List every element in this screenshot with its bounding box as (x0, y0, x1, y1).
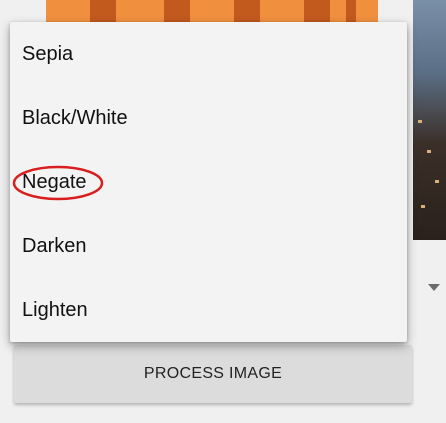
photo-thumbnail (413, 0, 446, 240)
photo-detail (421, 205, 425, 208)
image-stripe (90, 0, 116, 24)
spinner-dropdown-arrow-icon[interactable] (428, 284, 440, 291)
menu-item-black-white[interactable]: Black/White (10, 86, 407, 150)
menu-item-lighten[interactable]: Lighten (10, 278, 407, 342)
image-stripe (304, 0, 330, 24)
menu-item-sepia[interactable]: Sepia (10, 22, 407, 86)
app-screen: PROCESS IMAGE Sepia Black/White Negate D… (0, 0, 446, 423)
process-image-label: PROCESS IMAGE (143, 365, 283, 382)
menu-item-label: Darken (22, 234, 87, 257)
preview-image (46, 0, 378, 24)
menu-item-label: Black/White (22, 106, 128, 129)
photo-detail (435, 180, 439, 183)
process-image-button[interactable]: PROCESS IMAGE (14, 345, 412, 403)
menu-item-negate[interactable]: Negate (10, 150, 407, 214)
menu-item-label: Sepia (22, 42, 74, 65)
annotation-circle (12, 165, 104, 200)
image-stripe (164, 0, 190, 24)
menu-item-label: Lighten (22, 298, 88, 321)
image-stripe (234, 0, 260, 24)
filter-dropdown-menu: Sepia Black/White Negate Darken Lighten (10, 22, 407, 342)
menu-item-label-wrapper: Negate (12, 165, 104, 200)
photo-detail (418, 120, 422, 123)
menu-item-darken[interactable]: Darken (10, 214, 407, 278)
image-stripe (346, 0, 356, 24)
photo-detail (427, 150, 431, 153)
